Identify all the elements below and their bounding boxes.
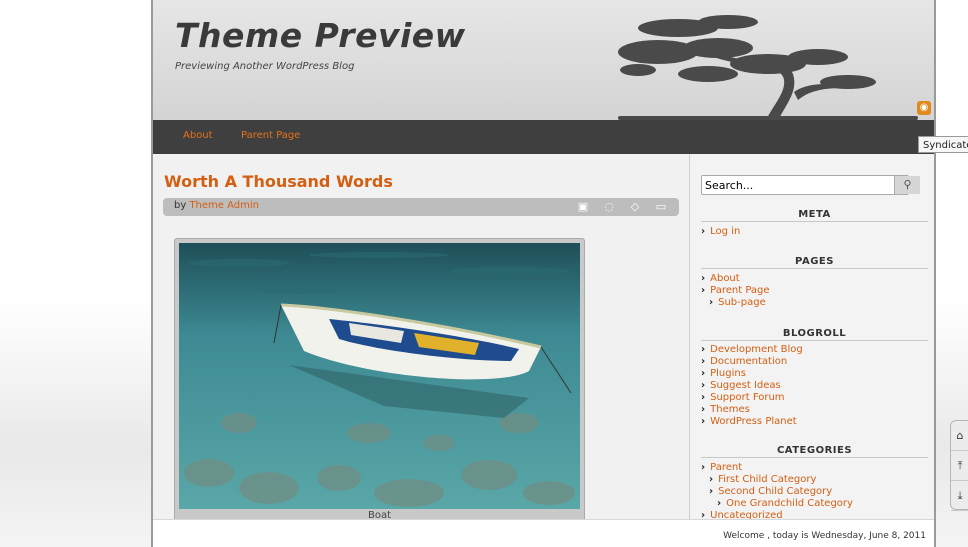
folder-icon[interactable]: ▭	[653, 200, 669, 213]
search-form: ⚲	[701, 175, 920, 195]
boat-photo[interactable]	[179, 243, 580, 509]
nav-item-parent-page[interactable]: Parent Page	[241, 130, 300, 141]
scroll-tools: ⌂ ⤒ ⤓	[950, 420, 968, 511]
widget-title-blogroll: BLOGROLL	[701, 328, 928, 341]
site-footer: Welcome , today is Wednesday, June 8, 20…	[153, 519, 934, 547]
post-byline: by Theme Admin	[174, 200, 259, 211]
blogroll-item[interactable]: Development Blog	[701, 344, 803, 356]
tag-icon[interactable]: ◇	[627, 200, 643, 213]
page-item-about[interactable]: About	[701, 273, 770, 285]
syndicate-tooltip: Syndicate	[918, 136, 968, 153]
blogroll-item[interactable]: Documentation	[701, 356, 803, 368]
page-item-sub-page[interactable]: Sub-page	[701, 297, 770, 309]
byline-prefix: by	[174, 200, 187, 211]
search-icon[interactable]: ⚲	[894, 176, 920, 194]
blogroll-item[interactable]: Themes	[701, 404, 803, 416]
site-tagline: Previewing Another WordPress Blog	[175, 61, 355, 72]
scroll-bottom-icon[interactable]: ⤓	[951, 481, 968, 511]
site-title[interactable]: Theme Preview	[175, 16, 466, 55]
meta-list: Log in	[701, 226, 740, 238]
blogroll-item[interactable]: Suggest Ideas	[701, 380, 803, 392]
nav-item-about[interactable]: About	[183, 130, 213, 141]
comment-icon[interactable]: ◌	[601, 200, 617, 213]
home-icon[interactable]: ⌂	[951, 421, 968, 451]
categories-list: Parent First Child Category Second Child…	[701, 462, 853, 522]
page-container: Theme Preview Previewing Another WordPre…	[151, 0, 936, 547]
main-navigation: About Parent Page	[153, 120, 934, 154]
category-item[interactable]: One Grandchild Category	[701, 498, 853, 510]
meta-item-log-in[interactable]: Log in	[701, 226, 740, 238]
site-header: Theme Preview Previewing Another WordPre…	[153, 0, 934, 120]
category-item[interactable]: Second Child Category	[701, 486, 853, 498]
scroll-top-icon[interactable]: ⤒	[951, 451, 968, 481]
blogroll-list: Development Blog Documentation Plugins S…	[701, 344, 803, 428]
author-link[interactable]: Theme Admin	[189, 200, 259, 211]
sidebar: ⚲ META Log in PAGES About Parent Page Su…	[689, 154, 934, 547]
rss-feed-icon[interactable]: ◉	[917, 101, 931, 115]
blogroll-item[interactable]: Plugins	[701, 368, 803, 380]
post-meta-bar: by Theme Admin ▣ ◌ ◇ ▭	[163, 198, 679, 216]
blogroll-item[interactable]: Support Forum	[701, 392, 803, 404]
widget-title-meta: META	[701, 209, 928, 222]
post-meta-icons: ▣ ◌ ◇ ▭	[575, 200, 669, 213]
search-input[interactable]	[705, 178, 885, 192]
page-item-parent-page[interactable]: Parent Page	[701, 285, 769, 297]
post-title[interactable]: Worth A Thousand Words	[164, 172, 393, 191]
widget-title-pages: PAGES	[701, 256, 928, 269]
main-content: Worth A Thousand Words by Theme Admin ▣ …	[153, 154, 689, 547]
category-item[interactable]: Parent	[701, 462, 853, 474]
post-image-frame: Boat	[174, 238, 585, 523]
calendar-icon[interactable]: ▣	[575, 200, 591, 213]
blogroll-item[interactable]: WordPress Planet	[701, 416, 803, 428]
category-item[interactable]: First Child Category	[701, 474, 853, 486]
bonsai-tree-image	[618, 15, 918, 120]
footer-welcome-text: Welcome , today is Wednesday, June 8, 20…	[723, 531, 926, 541]
pages-list: About Parent Page Sub-page	[701, 273, 770, 309]
widget-title-categories: CATEGORIES	[701, 445, 928, 458]
